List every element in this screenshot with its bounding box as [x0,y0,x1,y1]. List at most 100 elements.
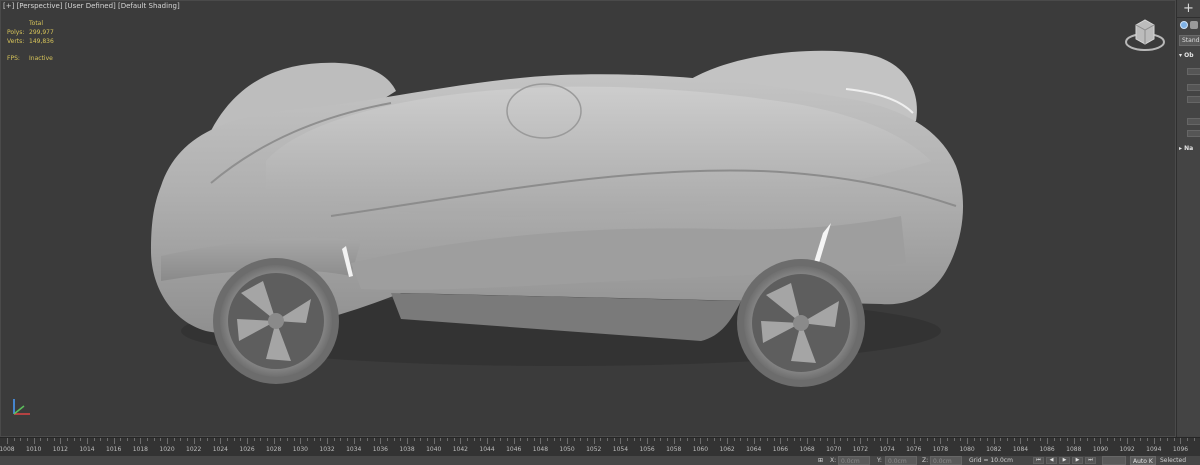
timeline-minor-tick [580,438,582,441]
name-color-rollout[interactable]: ▸ Na [1179,145,1200,152]
object-type-button-3[interactable] [1187,96,1200,103]
timeline-minor-tick [267,438,269,441]
y-coord-field[interactable]: 0.0cm [885,456,917,465]
timeline-minor-tick [553,438,555,441]
object-type-button-4[interactable] [1187,118,1200,125]
timeline-major-tick [433,438,435,444]
timeline-minor-tick [1187,438,1189,441]
timeline-minor-tick [1000,438,1002,441]
object-category-dropdown[interactable]: Standa [1179,35,1200,46]
x-coord-field[interactable]: 0.0cm [838,456,870,465]
timeline-major-tick [487,438,489,444]
geometry-category-icon[interactable] [1180,21,1188,29]
timeline-minor-tick [927,438,929,441]
object-type-rollout[interactable]: ▾ Ob [1179,52,1200,59]
timeline-minor-tick [660,438,662,441]
shapes-category-icon[interactable] [1190,21,1198,29]
timeline-minor-tick [13,438,15,441]
viewcube-icon[interactable] [1122,15,1168,55]
go-to-end-icon[interactable]: ⏭ [1085,457,1096,464]
timeline-minor-tick [27,438,28,441]
timeline-major-tick [7,438,8,444]
timeline-major-tick [833,438,835,444]
timeline-minor-tick [340,438,342,441]
timeline-minor-tick [1120,438,1122,441]
timeline-minor-tick [1173,438,1175,441]
axis-tripod-icon [13,399,30,415]
play-icon[interactable]: ▶ [1059,457,1070,464]
absolute-mode-icon[interactable]: ⊞ [818,456,823,465]
timeline-minor-tick [373,438,375,441]
timeline-major-tick [727,438,729,444]
timeline-minor-tick [40,438,42,441]
timeline-minor-tick [800,438,802,441]
timeline-minor-tick [453,438,455,441]
timeline-major-tick [353,438,355,444]
timeline-major-tick [193,438,195,444]
timeline-major-tick [780,438,782,444]
timeline-major-tick [140,438,142,444]
timeline-major-tick [1100,438,1102,444]
create-tab-plus-icon[interactable]: + [1183,2,1194,16]
timeline-major-tick [860,438,862,444]
command-panel: + Standa ▾ Ob ▸ Na [1176,0,1200,437]
timeline-minor-tick [680,438,682,441]
timeline-minor-tick [707,438,709,441]
timeline-minor-tick [847,438,849,441]
perspective-viewport[interactable]: [+] [Perspective] [User Defined] [Defaul… [0,0,1176,437]
timeline-minor-tick [667,438,669,441]
object-type-rollout-label: Ob [1184,52,1194,59]
go-to-start-icon[interactable]: ⏮ [1033,457,1044,464]
timeline-minor-tick [180,438,182,441]
timeline-minor-tick [867,438,869,441]
timeline-minor-tick [587,438,589,441]
object-type-button-2[interactable] [1187,84,1200,91]
timeline-frame-number: 1028 [266,446,282,453]
timeline-track-bar[interactable]: 1008 1010 1012 1014 1016 1018 1020 1022 1024 1026… [0,437,1200,456]
timeline-major-tick [407,438,409,444]
command-panel-divider [1177,17,1200,18]
timeline-frame-number: 1066 [772,446,789,453]
auto-key-button[interactable]: Auto K [1130,456,1156,465]
timeline-major-tick [60,438,62,444]
next-frame-icon[interactable]: ▶ [1072,457,1083,464]
key-filter-selected-dropdown[interactable]: Selected [1160,456,1186,465]
timeline-minor-tick [320,438,322,441]
timeline-minor-tick [173,438,175,441]
timeline-minor-tick [187,438,189,441]
timeline-minor-tick [1060,438,1062,441]
timeline-major-tick [620,438,622,444]
timeline-minor-tick [447,438,449,441]
timeline-minor-tick [1167,438,1169,441]
object-type-button-5[interactable] [1187,130,1200,137]
current-frame-field[interactable] [1102,456,1126,465]
timeline-minor-tick [467,438,469,441]
timeline-minor-tick [260,438,262,441]
timeline-major-tick [700,438,702,444]
timeline-major-tick [33,438,35,444]
timeline-frame-number: 1060 [692,446,709,453]
timeline-minor-tick [1140,438,1142,441]
timeline-minor-tick [747,438,749,441]
timeline-minor-tick [653,438,655,441]
timeline-minor-tick [80,438,82,441]
timeline-major-tick [993,438,995,444]
timeline-minor-tick [500,438,502,441]
timeline-frame-number: 1008 [0,446,15,453]
timeline-frame-number: 1030 [292,446,308,453]
object-type-button-1[interactable] [1187,68,1200,75]
timeline-major-tick [1020,438,1022,444]
timeline-minor-tick [853,438,855,441]
timeline-frame-number: 1014 [79,446,95,453]
timeline-minor-tick [687,438,689,441]
timeline-minor-tick [233,438,235,441]
name-color-rollout-label: Na [1184,145,1194,152]
timeline-minor-tick [1007,438,1009,441]
timeline-minor-tick [67,438,68,441]
timeline-frame-number: 1096 [1172,446,1189,453]
car-model-render[interactable] [1,1,1176,437]
timeline-minor-tick [427,438,429,441]
timeline-minor-tick [633,438,635,441]
z-coord-field[interactable]: 0.0cm [930,456,962,465]
previous-frame-icon[interactable]: ◀ [1046,457,1057,464]
